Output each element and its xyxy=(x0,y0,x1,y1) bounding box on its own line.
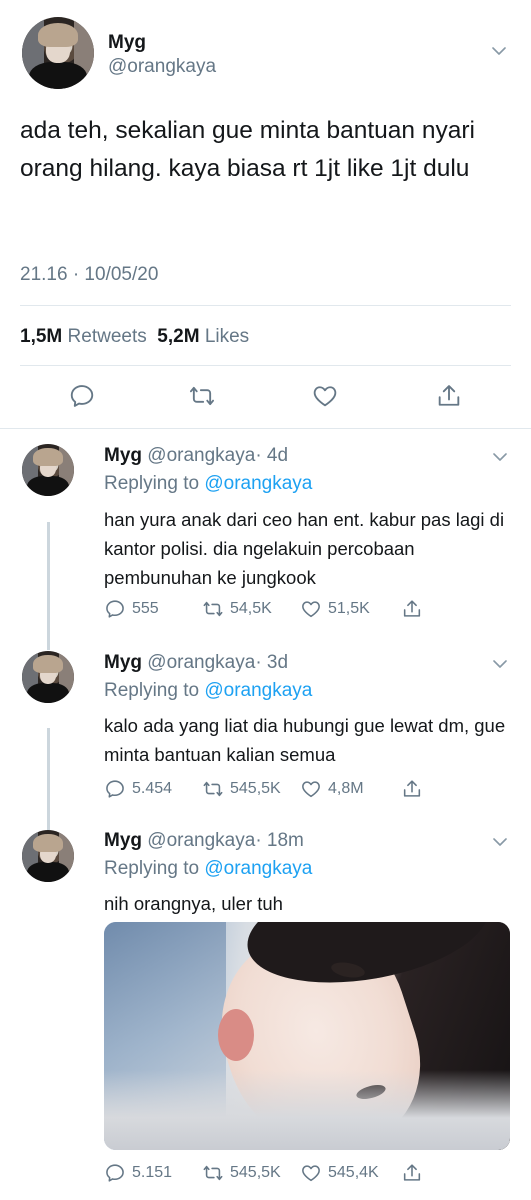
reply-button[interactable]: 5.454 xyxy=(104,778,172,800)
share-icon xyxy=(401,598,423,620)
like-icon xyxy=(300,598,322,620)
author-name[interactable]: Myg xyxy=(104,445,142,466)
retweets-count[interactable]: 1,5M xyxy=(20,326,62,347)
tweet-text: ada teh, sekalian gue minta bantuan nyar… xyxy=(20,117,475,182)
reply-time[interactable]: · 3d xyxy=(255,652,288,673)
retweet-count: 54,5K xyxy=(230,600,272,617)
likes-label[interactable]: Likes xyxy=(205,326,249,347)
replying-to-link[interactable]: @orangkaya xyxy=(204,858,312,879)
retweets-label[interactable]: Retweets xyxy=(68,326,147,347)
like-icon xyxy=(300,778,322,800)
avatar[interactable] xyxy=(22,651,74,703)
tweet-actions xyxy=(0,378,531,418)
retweet-button[interactable]: 545,5K xyxy=(202,1162,281,1184)
avatar[interactable] xyxy=(22,444,74,496)
like-button[interactable]: 4,8M xyxy=(300,778,364,800)
reply-header: Myg @orangkaya· 3d xyxy=(104,652,288,674)
main-tweet: Myg @orangkaya ada teh, sekalian gue min… xyxy=(0,0,531,430)
divider xyxy=(20,305,511,306)
author-handle[interactable]: @orangkaya xyxy=(108,56,216,78)
replying-prefix: Replying to xyxy=(104,858,200,879)
retweet-count: 545,5K xyxy=(230,1164,281,1181)
reply-count: 5.151 xyxy=(132,1164,173,1181)
chevron-down-icon[interactable] xyxy=(493,837,507,851)
reply-actions: 5.151 545,5K 545,4K xyxy=(104,1162,514,1188)
share-icon xyxy=(401,1162,423,1184)
replying-prefix: Replying to xyxy=(104,473,200,494)
like-button[interactable]: 51,5K xyxy=(300,598,370,620)
retweet-button[interactable]: 545,5K xyxy=(202,778,281,800)
share-button[interactable] xyxy=(401,778,423,800)
replying-prefix: Replying to xyxy=(104,680,200,701)
author-name[interactable]: Myg xyxy=(108,32,146,54)
author-name[interactable]: Myg xyxy=(104,830,142,851)
author-handle[interactable]: @orangkaya xyxy=(147,830,255,851)
replying-to: Replying to @orangkaya xyxy=(104,473,312,495)
thread-line xyxy=(47,728,50,830)
retweet-count: 545,5K xyxy=(230,780,281,797)
reply-text: nih orangnya, uler tuh xyxy=(104,893,283,914)
retweet-icon xyxy=(202,778,224,800)
avatar[interactable] xyxy=(22,830,74,882)
like-count: 4,8M xyxy=(328,780,364,797)
attached-photo[interactable] xyxy=(104,922,510,1150)
replying-to: Replying to @orangkaya xyxy=(104,680,312,702)
share-icon xyxy=(401,778,423,800)
divider xyxy=(20,365,511,366)
like-count: 545,4K xyxy=(328,1164,379,1181)
share-button[interactable] xyxy=(401,598,423,620)
tweet-stats: 1,5M Retweets 5,2M Likes xyxy=(20,326,249,348)
chevron-down-icon[interactable] xyxy=(493,659,507,673)
retweet-icon xyxy=(202,598,224,620)
like-icon xyxy=(300,1162,322,1184)
divider xyxy=(0,428,531,429)
retweet-button[interactable]: 54,5K xyxy=(202,598,272,620)
reply-header: Myg @orangkaya· 18m xyxy=(104,830,304,852)
tweet-timestamp[interactable]: 21.16 · 10/05/20 xyxy=(20,264,158,286)
reply-button[interactable]: 555 xyxy=(104,598,159,620)
chevron-down-icon[interactable] xyxy=(492,46,506,60)
reply-icon[interactable] xyxy=(68,382,98,412)
reply-time[interactable]: · 18m xyxy=(255,830,304,851)
reply-text: kalo ada yang liat dia hubungi gue lewat… xyxy=(104,715,506,765)
author-handle[interactable]: @orangkaya xyxy=(147,445,255,466)
reply-icon xyxy=(104,1162,126,1184)
reply-text: han yura anak dari ceo han ent. kabur pa… xyxy=(104,509,505,588)
replying-to-link[interactable]: @orangkaya xyxy=(204,473,312,494)
share-button[interactable] xyxy=(401,1162,423,1184)
retweet-icon[interactable] xyxy=(188,382,218,412)
like-count: 51,5K xyxy=(328,600,370,617)
reply-icon xyxy=(104,778,126,800)
share-icon[interactable] xyxy=(435,382,465,412)
reply-icon xyxy=(104,598,126,620)
reply-count: 5.454 xyxy=(132,780,173,797)
author-name[interactable]: Myg xyxy=(104,652,142,673)
replying-to: Replying to @orangkaya xyxy=(104,858,312,880)
reply-header: Myg @orangkaya· 4d xyxy=(104,445,288,467)
avatar[interactable] xyxy=(22,17,94,89)
reply-actions: 555 54,5K 51,5K xyxy=(104,598,514,624)
retweet-icon xyxy=(202,1162,224,1184)
replying-to-link[interactable]: @orangkaya xyxy=(204,680,312,701)
author-handle[interactable]: @orangkaya xyxy=(147,652,255,673)
reply-button[interactable]: 5.151 xyxy=(104,1162,172,1184)
reply-count: 555 xyxy=(132,600,159,617)
thread-line xyxy=(47,522,50,650)
like-button[interactable]: 545,4K xyxy=(300,1162,379,1184)
reply-actions: 5.454 545,5K 4,8M xyxy=(104,778,514,804)
reply-time[interactable]: · 4d xyxy=(255,445,288,466)
like-icon[interactable] xyxy=(311,382,341,412)
likes-count[interactable]: 5,2M xyxy=(157,326,199,347)
chevron-down-icon[interactable] xyxy=(493,452,507,466)
